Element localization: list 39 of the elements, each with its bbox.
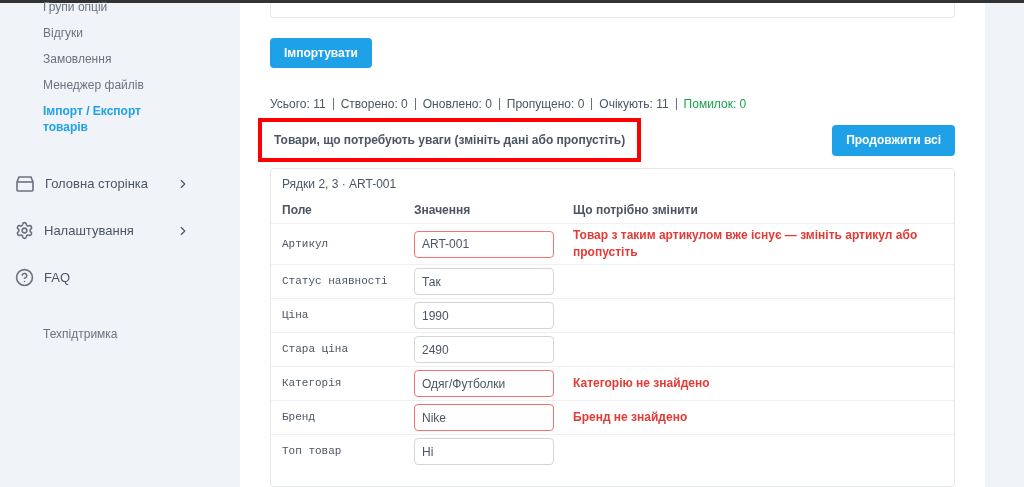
- stat-text: Помилок: 0: [683, 96, 747, 113]
- field-label: Категорія: [282, 376, 343, 392]
- sidebar-item[interactable]: FAQ: [0, 254, 240, 301]
- sidebar-item[interactable]: Техпідтримка: [0, 321, 240, 347]
- error-message: Бренд не знайдено: [573, 409, 689, 426]
- stat-text: Оновлено: 0: [422, 96, 492, 113]
- attention-heading: Товари, що потребують уваги (змініть дані або пропустіть): [274, 132, 626, 149]
- column-header: Що потрібно змінити: [573, 202, 699, 219]
- field-label: Ціна: [282, 308, 310, 324]
- help-icon: [15, 268, 34, 287]
- sidebar-item[interactable]: Замовлення: [0, 46, 240, 72]
- field-label: Статус наявності: [282, 274, 389, 290]
- stat-text: Пропущено: 0: [506, 96, 585, 113]
- value-field[interactable]: 1990: [414, 302, 554, 329]
- field-label: Топ товар: [282, 444, 343, 460]
- error-message: Товар з таким артикулом вже існує — змініть артикул або пропустіть: [573, 227, 919, 261]
- field-label: Артикул: [282, 236, 330, 252]
- value-field[interactable]: Nike: [414, 404, 554, 431]
- sidebar-item[interactable]: Головна сторінка: [0, 160, 240, 207]
- value-field[interactable]: ART-001: [414, 230, 554, 258]
- card-title: Рядки 2, 3 · ART-001: [281, 176, 398, 193]
- sidebar-item[interactable]: Групи опцій: [0, 0, 240, 20]
- value-field[interactable]: Так: [414, 268, 554, 295]
- field-label: Бренд: [282, 410, 316, 426]
- stat-text: Створено: 0: [340, 96, 408, 113]
- field-label: Стара ціна: [282, 342, 349, 358]
- value-field[interactable]: Одяг/Футболки: [414, 370, 554, 397]
- value-field[interactable]: 2490: [414, 336, 554, 363]
- column-header: Значення: [414, 202, 472, 219]
- stat-text: Очікують: 11: [599, 96, 669, 113]
- value-field[interactable]: Ні: [414, 438, 554, 465]
- error-message: Категорію не знайдено: [573, 375, 711, 392]
- sidebar-item[interactable]: Налаштування: [0, 207, 240, 254]
- sidebar-item[interactable]: Менеджер файлів: [0, 72, 240, 98]
- sidebar-item[interactable]: Відгуки: [0, 20, 240, 46]
- stat-text: Усього: 11: [270, 96, 326, 113]
- column-header: Поле: [282, 202, 313, 219]
- tray-icon: [15, 174, 35, 193]
- settings-icon: [15, 221, 34, 240]
